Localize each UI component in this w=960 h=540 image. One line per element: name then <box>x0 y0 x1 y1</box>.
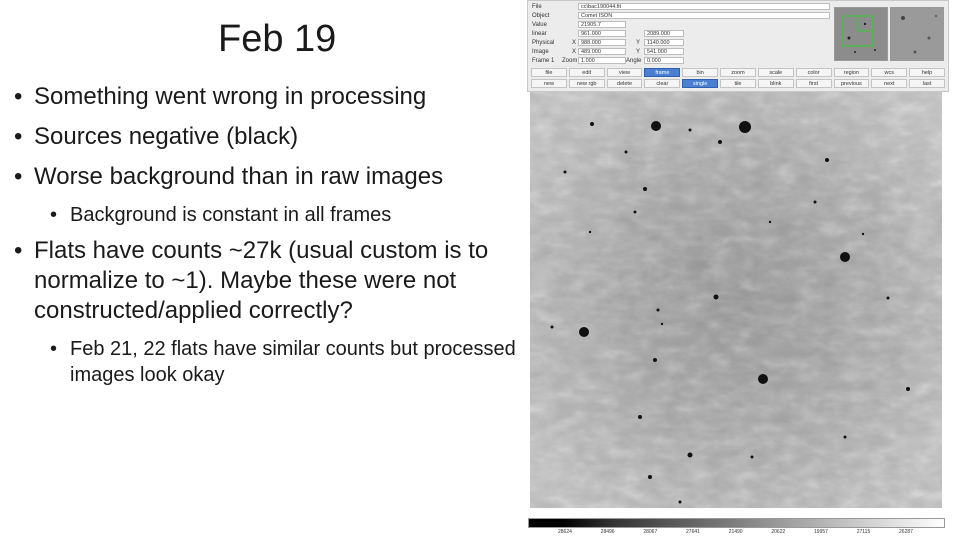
star-field-image <box>530 92 942 508</box>
angle-field: 0.000 <box>644 57 684 64</box>
file-label: File <box>532 4 542 10</box>
bullet-item: Flats have counts ~27k (usual custom is … <box>14 236 519 326</box>
physical-x-field: 988.000 <box>578 39 626 46</box>
bullet-item: Sources negative (black) <box>14 122 519 152</box>
tile-frame-button[interactable]: tile <box>720 79 756 88</box>
object-field: Comet ISON <box>578 12 830 19</box>
colorbar-tick: 28067 <box>643 529 658 535</box>
menu-zoom-button[interactable]: zoom <box>720 68 756 77</box>
file-field: cc\bac190044.fit <box>578 3 830 10</box>
blink-frame-button[interactable]: blink <box>757 79 794 88</box>
sub-bullet-item: Feb 21, 22 flats have similar counts but… <box>14 336 519 388</box>
colorbar-tick: 20622 <box>771 529 786 535</box>
clear-frame-button[interactable]: clear <box>644 79 681 88</box>
object-label: Object <box>532 13 550 19</box>
image-x-label: X <box>572 49 577 55</box>
menu-help-button[interactable]: help <box>909 68 945 77</box>
menu-color-button[interactable]: color <box>795 68 832 77</box>
physical-y-field: 1140.000 <box>644 39 684 46</box>
colorbar-tick: 27641 <box>686 529 700 535</box>
image-y-field: 541.000 <box>644 48 684 55</box>
colorbar-tick-labels: 28624 28496 28067 27641 21490 20622 1995… <box>528 529 943 539</box>
astronomy-image-panel[interactable] <box>530 92 942 508</box>
slide-title: Feb 19 <box>218 18 337 60</box>
sub-bullet-item: Background is constant in all frames <box>14 202 519 228</box>
new-rgb-button[interactable]: new rgb <box>568 79 605 88</box>
frame-button-row: new new rgb delete clear single tile bli… <box>530 79 946 88</box>
delete-frame-button[interactable]: delete <box>606 79 643 88</box>
wcs-x-field: 961.000 <box>578 30 626 37</box>
first-frame-button[interactable]: first <box>795 79 832 88</box>
colorbar-tick: 21490 <box>728 529 743 535</box>
image-y-label: Y <box>636 49 641 55</box>
physical-label: Physical <box>532 40 555 46</box>
value-field: 21905.7 <box>578 21 626 28</box>
single-frame-button[interactable]: single <box>682 79 719 88</box>
menu-edit-button[interactable]: edit <box>568 68 605 77</box>
physical-x-label: X <box>572 40 577 46</box>
magnifier-image <box>891 8 943 60</box>
menu-scale-button[interactable]: scale <box>757 68 794 77</box>
image-label: Image <box>532 49 549 55</box>
angle-label: Angle <box>626 58 642 64</box>
menu-frame-button[interactable]: frame <box>644 68 681 77</box>
magnifier-thumbnail <box>890 7 944 61</box>
panner-thumbnail[interactable] <box>834 7 888 61</box>
colorbar-tick: 26287 <box>899 529 913 535</box>
colorbar-tick: 28496 <box>600 529 615 535</box>
wcs-label: linear <box>532 31 547 37</box>
last-frame-button[interactable]: last <box>909 79 945 88</box>
colorbar[interactable] <box>528 518 945 528</box>
colorbar-tick: 27115 <box>856 529 871 535</box>
physical-y-label: Y <box>636 40 641 46</box>
next-frame-button[interactable]: next <box>871 79 908 88</box>
menu-bin-button[interactable]: bin <box>682 68 719 77</box>
bullet-list: Something went wrong in processing Sourc… <box>14 82 519 396</box>
frame-label: Frame 1 <box>532 58 555 64</box>
panner-image <box>835 8 887 60</box>
colorbar-tick: 19957 <box>814 529 828 535</box>
wcs-y-field: 2089.000 <box>644 30 684 37</box>
bullet-item: Something went wrong in processing <box>14 82 519 112</box>
value-label: Value <box>532 22 547 28</box>
menu-button-row: file edit view frame bin zoom scale colo… <box>530 68 946 77</box>
zoom-field: 1.000 <box>578 57 626 64</box>
image-x-field: 489.000 <box>578 48 626 55</box>
new-frame-button[interactable]: new <box>531 79 567 88</box>
previous-frame-button[interactable]: previous <box>833 79 870 88</box>
ds9-window: File cc\bac190044.fit Object Comet ISON … <box>527 0 949 92</box>
menu-file-button[interactable]: file <box>531 68 567 77</box>
colorbar-tick: 28624 <box>558 529 572 535</box>
zoom-label: Zoom <box>562 58 578 64</box>
menu-region-button[interactable]: region <box>833 68 870 77</box>
bullet-item: Worse background than in raw images <box>14 162 519 192</box>
menu-view-button[interactable]: view <box>606 68 643 77</box>
menu-wcs-button[interactable]: wcs <box>871 68 908 77</box>
